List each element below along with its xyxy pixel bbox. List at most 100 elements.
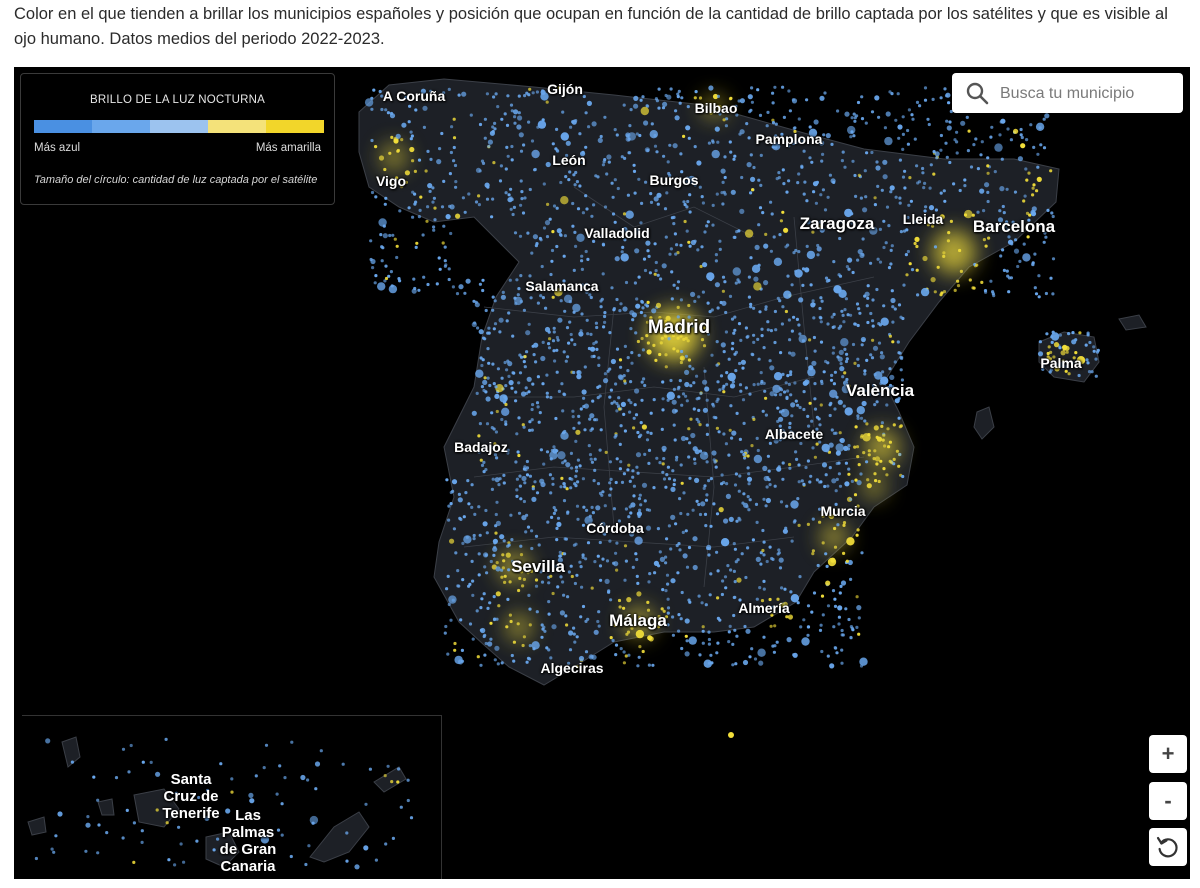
municipality-dot[interactable] bbox=[817, 417, 821, 421]
municipality-dot[interactable] bbox=[686, 199, 690, 204]
municipality-dot[interactable] bbox=[408, 104, 412, 108]
municipality-dot[interactable] bbox=[770, 556, 774, 561]
municipality-dot[interactable] bbox=[732, 267, 741, 276]
municipality-dot[interactable] bbox=[639, 503, 643, 507]
municipality-dot[interactable] bbox=[586, 257, 590, 261]
municipality-dot[interactable] bbox=[928, 205, 935, 211]
municipality-dot[interactable] bbox=[559, 180, 563, 185]
municipality-dot[interactable] bbox=[470, 505, 474, 509]
municipality-dot[interactable] bbox=[424, 169, 428, 173]
municipality-dot[interactable] bbox=[676, 571, 680, 575]
municipality-dot[interactable] bbox=[644, 180, 648, 184]
municipality-dot[interactable] bbox=[622, 212, 627, 216]
municipality-dot[interactable] bbox=[459, 618, 463, 622]
municipality-dot[interactable] bbox=[391, 233, 395, 237]
municipality-dot[interactable] bbox=[805, 381, 809, 386]
municipality-dot[interactable] bbox=[847, 467, 851, 471]
municipality-dot[interactable] bbox=[758, 113, 763, 117]
municipality-dot[interactable] bbox=[917, 180, 922, 184]
municipality-dot[interactable] bbox=[821, 613, 825, 617]
municipality-dot[interactable] bbox=[781, 168, 785, 172]
municipality-dot[interactable] bbox=[825, 564, 829, 568]
municipality-dot[interactable] bbox=[902, 283, 906, 287]
municipality-dot[interactable] bbox=[737, 229, 741, 233]
municipality-dot[interactable] bbox=[520, 190, 524, 194]
municipality-dot[interactable] bbox=[869, 353, 873, 357]
municipality-dot[interactable] bbox=[504, 191, 508, 195]
municipality-dot[interactable] bbox=[531, 403, 535, 407]
municipality-dot[interactable] bbox=[867, 449, 871, 453]
municipality-dot[interactable] bbox=[772, 650, 777, 654]
municipality-dot[interactable] bbox=[556, 228, 562, 234]
municipality-dot[interactable] bbox=[662, 477, 667, 481]
municipality-dot[interactable] bbox=[481, 288, 485, 293]
municipality-dot[interactable] bbox=[478, 422, 482, 426]
municipality-dot[interactable] bbox=[629, 327, 633, 331]
municipality-dot[interactable] bbox=[676, 95, 680, 99]
municipality-dot[interactable] bbox=[498, 179, 503, 183]
municipality-dot[interactable] bbox=[477, 505, 481, 509]
municipality-dot[interactable] bbox=[766, 454, 771, 458]
municipality-dot[interactable] bbox=[526, 376, 532, 382]
municipality-dot[interactable] bbox=[1051, 292, 1055, 296]
municipality-dot[interactable] bbox=[765, 124, 769, 128]
municipality-dot[interactable] bbox=[541, 340, 545, 344]
municipality-dot[interactable] bbox=[541, 296, 546, 300]
municipality-dot[interactable] bbox=[830, 373, 834, 377]
municipality-dot[interactable] bbox=[897, 124, 903, 130]
municipality-dot[interactable] bbox=[819, 320, 823, 324]
municipality-dot[interactable] bbox=[789, 590, 793, 594]
municipality-dot[interactable] bbox=[897, 464, 901, 468]
municipality-dot[interactable] bbox=[812, 302, 816, 306]
municipality-dot[interactable] bbox=[622, 650, 626, 654]
municipality-dot[interactable] bbox=[471, 637, 475, 641]
municipality-dot[interactable] bbox=[840, 648, 844, 652]
municipality-dot[interactable] bbox=[488, 383, 492, 388]
municipality-dot[interactable] bbox=[535, 90, 540, 94]
municipality-dot[interactable] bbox=[545, 100, 549, 104]
municipality-dot[interactable] bbox=[702, 486, 706, 490]
municipality-dot[interactable] bbox=[835, 477, 839, 481]
municipality-dot[interactable] bbox=[856, 605, 862, 611]
municipality-dot[interactable] bbox=[484, 308, 488, 313]
municipality-dot[interactable] bbox=[982, 238, 987, 242]
municipality-dot[interactable] bbox=[499, 164, 503, 168]
municipality-dot[interactable] bbox=[616, 186, 620, 191]
municipality-dot[interactable] bbox=[487, 326, 491, 330]
municipality-dot[interactable] bbox=[761, 211, 765, 215]
municipality-dot[interactable] bbox=[785, 504, 789, 508]
municipality-dot[interactable] bbox=[847, 617, 851, 622]
municipality-dot[interactable] bbox=[808, 401, 812, 405]
municipality-dot[interactable] bbox=[861, 237, 865, 241]
municipality-dot[interactable] bbox=[490, 215, 494, 219]
municipality-dot[interactable] bbox=[1022, 253, 1031, 262]
municipality-dot[interactable] bbox=[638, 493, 642, 497]
municipality-dot[interactable] bbox=[746, 546, 750, 550]
municipality-dot[interactable] bbox=[493, 299, 497, 303]
municipality-dot[interactable] bbox=[627, 463, 631, 467]
municipality-dot[interactable] bbox=[945, 92, 951, 98]
municipality-dot[interactable] bbox=[629, 380, 633, 384]
municipality-dot[interactable] bbox=[552, 326, 556, 330]
municipality-dot[interactable] bbox=[615, 347, 620, 351]
municipality-dot[interactable] bbox=[432, 225, 436, 229]
municipality-dot[interactable] bbox=[483, 565, 487, 569]
municipality-dot[interactable] bbox=[843, 371, 847, 375]
municipality-dot[interactable] bbox=[443, 259, 447, 263]
municipality-dot[interactable] bbox=[603, 504, 607, 508]
municipality-dot[interactable] bbox=[840, 580, 847, 586]
municipality-dot[interactable] bbox=[625, 632, 629, 636]
municipality-dot[interactable] bbox=[790, 414, 794, 418]
municipality-dot[interactable] bbox=[433, 206, 437, 210]
municipality-dot[interactable] bbox=[778, 393, 783, 397]
municipality-dot[interactable] bbox=[396, 149, 400, 153]
municipality-dot[interactable] bbox=[799, 441, 803, 446]
municipality-dot[interactable] bbox=[1035, 189, 1039, 193]
municipality-dot[interactable] bbox=[883, 126, 888, 130]
municipality-dot[interactable] bbox=[580, 585, 584, 589]
municipality-dot[interactable] bbox=[676, 280, 681, 284]
municipality-dot[interactable] bbox=[721, 275, 726, 279]
municipality-dot[interactable] bbox=[915, 268, 919, 272]
municipality-dot[interactable] bbox=[633, 103, 639, 109]
municipality-dot[interactable] bbox=[873, 425, 879, 431]
